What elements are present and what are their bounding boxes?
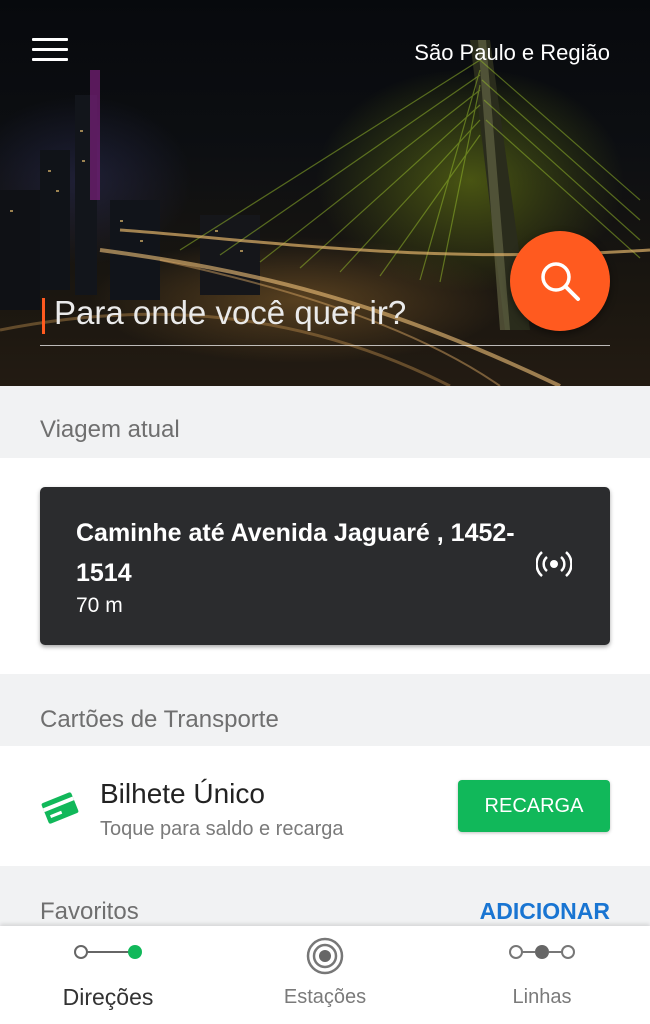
route-icon (74, 945, 142, 959)
tab-stations[interactable]: Estações (217, 926, 433, 1024)
tab-label: Direções (62, 984, 154, 1010)
tab-directions[interactable]: Direções (0, 926, 216, 1024)
broadcast-icon (536, 551, 572, 577)
section-title: Favoritos (40, 898, 139, 925)
current-trip-header: Viagem atual (0, 386, 650, 458)
trip-instruction: Caminhe até Avenida Jaguaré , 1452-1514 (76, 519, 515, 587)
search-placeholder: Para onde você quer ir? (54, 294, 407, 331)
card-name: Bilhete Único (100, 778, 265, 809)
hamburger-menu-icon (32, 38, 68, 41)
favorites-header: Favoritos ADICIONAR (0, 866, 650, 926)
bottom-navigation: Direções Estações Linhas (0, 926, 650, 1024)
section-title: Cartões de Transporte (40, 706, 279, 733)
transport-cards-header: Cartões de Transporte (0, 674, 650, 746)
station-icon (306, 937, 344, 975)
credit-card-icon (41, 792, 79, 824)
transport-card-row[interactable]: Bilhete Único Toque para saldo e recarga… (0, 746, 650, 866)
trip-distance: 70 m (76, 594, 123, 617)
menu-button[interactable] (32, 38, 68, 66)
tab-label: Linhas (512, 986, 572, 1008)
hero-banner: São Paulo e Região Para onde você quer i… (0, 0, 650, 386)
tab-label: Estações (283, 986, 367, 1008)
search-icon (541, 262, 580, 301)
current-trip-card[interactable]: Caminhe até Avenida Jaguaré , 1452-1514 … (40, 487, 610, 645)
card-subtitle: Toque para saldo e recarga (100, 818, 344, 840)
current-trip-section: Caminhe até Avenida Jaguaré , 1452-1514 … (0, 458, 650, 674)
search-button[interactable] (510, 231, 610, 331)
section-title: Viagem atual (40, 416, 180, 443)
region-selector[interactable]: São Paulo e Região (414, 40, 610, 66)
tab-lines[interactable]: Linhas (434, 926, 650, 1024)
recharge-button[interactable]: RECARGA (458, 780, 610, 832)
lines-icon (509, 945, 575, 959)
text-cursor (42, 298, 45, 334)
add-favorite-button[interactable]: ADICIONAR (480, 898, 610, 925)
